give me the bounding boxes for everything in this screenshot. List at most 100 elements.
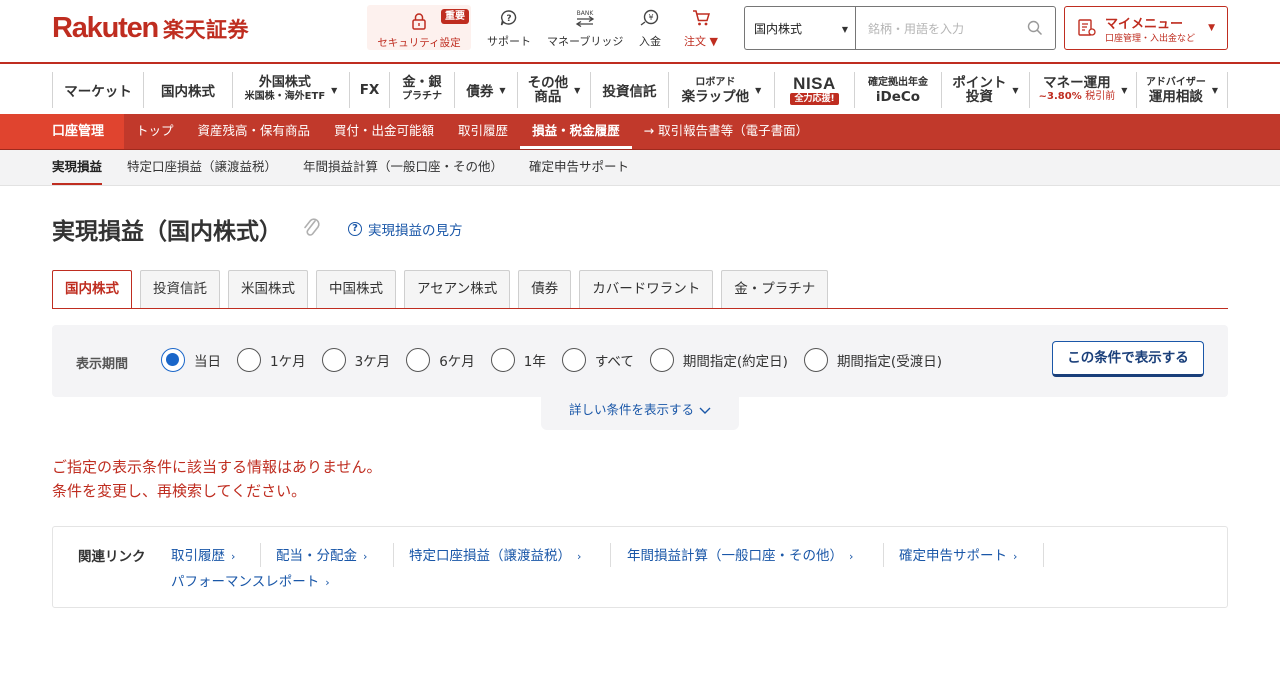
tab-mutual-fund[interactable]: 投資信託: [140, 270, 220, 308]
nav-bond[interactable]: 債券 ▼: [454, 72, 517, 108]
related-link-specific-account[interactable]: 特定口座損益（譲渡益税） ›: [409, 544, 581, 564]
logo-text-en: Rakuten: [52, 12, 159, 44]
arrow-right-icon: →: [643, 123, 655, 138]
account-nav-history[interactable]: 取引履歴: [446, 114, 520, 149]
apply-filter-button[interactable]: この条件で表示する: [1052, 341, 1204, 377]
account-nav-reports[interactable]: → 取引報告書等（電子書面）: [632, 114, 821, 149]
related-link-label: 配当・分配金: [276, 548, 357, 564]
radio-circle: [561, 348, 586, 372]
deposit-icon: ¥: [640, 9, 659, 26]
related-link-dividends[interactable]: 配当・分配金 ›: [276, 544, 367, 564]
radio-circle: [321, 348, 346, 372]
nav-advisor[interactable]: アドバイザー 運用相談 ▼: [1136, 72, 1228, 108]
search-category-value: 国内株式: [754, 22, 803, 36]
tab-us-stock[interactable]: 米国株式: [228, 270, 308, 308]
chevron-down-icon: ▼: [499, 85, 506, 95]
radio-circle: [406, 348, 431, 372]
account-nav-balance[interactable]: 資産残高・保有商品: [186, 114, 323, 149]
nav-money-note: 税引前: [1085, 91, 1116, 102]
account-nav-pnl-tax[interactable]: 損益・税金履歴: [520, 114, 632, 149]
order-button[interactable]: 注文 ▼: [684, 9, 718, 49]
radio-label: 当日: [194, 354, 221, 370]
nav-money-management[interactable]: マネー運用 ~3.80% 税引前 ▼: [1029, 72, 1136, 108]
nav-bond-label: 債券: [466, 84, 494, 100]
period-radio-1month[interactable]: 1ケ月: [237, 348, 306, 372]
related-link-annual-pnl[interactable]: 年間損益計算（一般口座・その他） ›: [627, 544, 853, 564]
nav-point-label: ポイント: [952, 75, 1007, 91]
chevron-right-icon: ›: [1013, 550, 1018, 563]
account-management-bar: 口座管理 トップ 資産残高・保有商品 買付・出金可能額 取引履歴 損益・税金履歴…: [0, 114, 1280, 150]
divider: [393, 543, 394, 567]
period-radio-trade-date[interactable]: 期間指定(約定日): [649, 348, 788, 372]
account-management-title[interactable]: 口座管理: [0, 114, 124, 149]
search-placeholder: 銘柄・用語を入力: [868, 22, 965, 36]
money-bridge-button[interactable]: BANK マネーブリッジ: [547, 9, 623, 49]
tab-gold-platinum[interactable]: 金・プラチナ: [721, 270, 829, 308]
nav-foreign-sublabel: 米国株・海外ETF: [244, 91, 326, 102]
period-radio-settlement-date[interactable]: 期間指定(受渡日): [803, 348, 942, 372]
divider: [883, 543, 884, 567]
nav-other-products[interactable]: その他 商品 ▼: [517, 72, 590, 108]
related-link-performance-report[interactable]: パフォーマンスレポート ›: [171, 570, 330, 590]
tab-domestic-stock[interactable]: 国内株式: [52, 270, 132, 309]
subnav-specific-account[interactable]: 特定口座損益（譲渡益税）: [127, 150, 277, 185]
radio-circle: [490, 348, 515, 372]
search-icon[interactable]: [1027, 20, 1043, 36]
tab-china-stock[interactable]: 中国株式: [316, 270, 396, 308]
support-button[interactable]: ? サポート: [487, 9, 531, 49]
my-menu-button[interactable]: マイメニュー 口座管理・入出金など ▼: [1064, 6, 1228, 50]
nav-fx-label: FX: [359, 82, 380, 98]
rakuten-securities-logo[interactable]: Rakuten 楽天証券: [52, 12, 249, 45]
deposit-button[interactable]: ¥ 入金: [639, 9, 661, 49]
related-link-label: 年間損益計算（一般口座・その他）: [627, 548, 843, 564]
subnav-annual-pnl[interactable]: 年間損益計算（一般口座・その他）: [303, 150, 503, 185]
security-settings-button[interactable]: 重要 セキュリティ設定: [367, 5, 471, 50]
paperclip-icon[interactable]: [302, 216, 322, 240]
subnav-realized-pnl[interactable]: 実現損益: [52, 150, 103, 185]
tab-asean-stock[interactable]: アセアン株式: [404, 270, 511, 308]
tab-bond[interactable]: 債券: [518, 270, 572, 308]
svg-text:?: ?: [506, 14, 511, 24]
chevron-down-icon: ▼: [331, 85, 338, 95]
nav-domestic-stock[interactable]: 国内株式: [143, 72, 232, 108]
nav-nisa[interactable]: NISA 全力応援!: [774, 72, 854, 108]
related-link-trade-history[interactable]: 取引履歴 ›: [171, 544, 235, 564]
chevron-down-icon: ▼: [1121, 85, 1128, 95]
nav-foreign-stock[interactable]: 外国株式 米国株・海外ETF ▼: [232, 72, 349, 108]
nav-foreign-label: 外国株式: [258, 75, 311, 90]
nav-robo-advisor[interactable]: ロボアド 楽ラップ他 ▼: [668, 72, 774, 108]
chevron-down-icon: ▼: [1012, 85, 1019, 95]
radio-circle: [237, 348, 261, 372]
account-nav-label: トップ: [136, 123, 174, 138]
period-radio-1year[interactable]: 1年: [490, 348, 546, 372]
period-radio-3months[interactable]: 3ケ月: [321, 348, 390, 372]
nav-market[interactable]: マーケット: [52, 72, 143, 108]
account-nav-buying-power[interactable]: 買付・出金可能額: [322, 114, 446, 149]
nav-point-investment[interactable]: ポイント 投資 ▼: [941, 72, 1029, 108]
period-radio-6months[interactable]: 6ケ月: [406, 348, 475, 372]
show-more-conditions-button[interactable]: 詳しい条件を表示する: [541, 396, 739, 430]
related-links-label: 関連リンク: [78, 549, 146, 565]
radio-label: 1年: [523, 354, 546, 370]
tab-covered-warrant[interactable]: カバードワラント: [579, 270, 714, 308]
search-input[interactable]: 銘柄・用語を入力: [855, 6, 1056, 50]
related-link-tax-return[interactable]: 確定申告サポート ›: [899, 544, 1017, 564]
subnav-tax-return-support[interactable]: 確定申告サポート: [529, 150, 629, 185]
question-icon: ?: [348, 222, 362, 236]
nav-gold[interactable]: 金・銀 プラチナ: [389, 72, 454, 108]
nav-mutual-fund[interactable]: 投資信託: [590, 72, 668, 108]
cart-icon: [692, 10, 710, 26]
period-label: 表示期間: [76, 357, 129, 372]
nav-fx[interactable]: FX: [349, 72, 389, 108]
tabs-divider: [52, 308, 1228, 309]
nav-ideco[interactable]: 確定拠出年金 iDeCo: [854, 72, 941, 108]
help-link[interactable]: ? 実現損益の見方: [348, 219, 463, 239]
search-category-select[interactable]: 国内株式 ▼: [744, 6, 856, 50]
bank-icon: BANK: [575, 10, 595, 27]
divider: [260, 543, 261, 567]
nav-domestic-label: 国内株式: [161, 84, 215, 100]
account-nav-top[interactable]: トップ: [124, 114, 186, 149]
no-results-line-2: 条件を変更し、再検索してください。: [52, 482, 307, 500]
period-radio-today[interactable]: 当日: [161, 348, 221, 372]
period-radio-all[interactable]: すべて: [561, 348, 634, 372]
